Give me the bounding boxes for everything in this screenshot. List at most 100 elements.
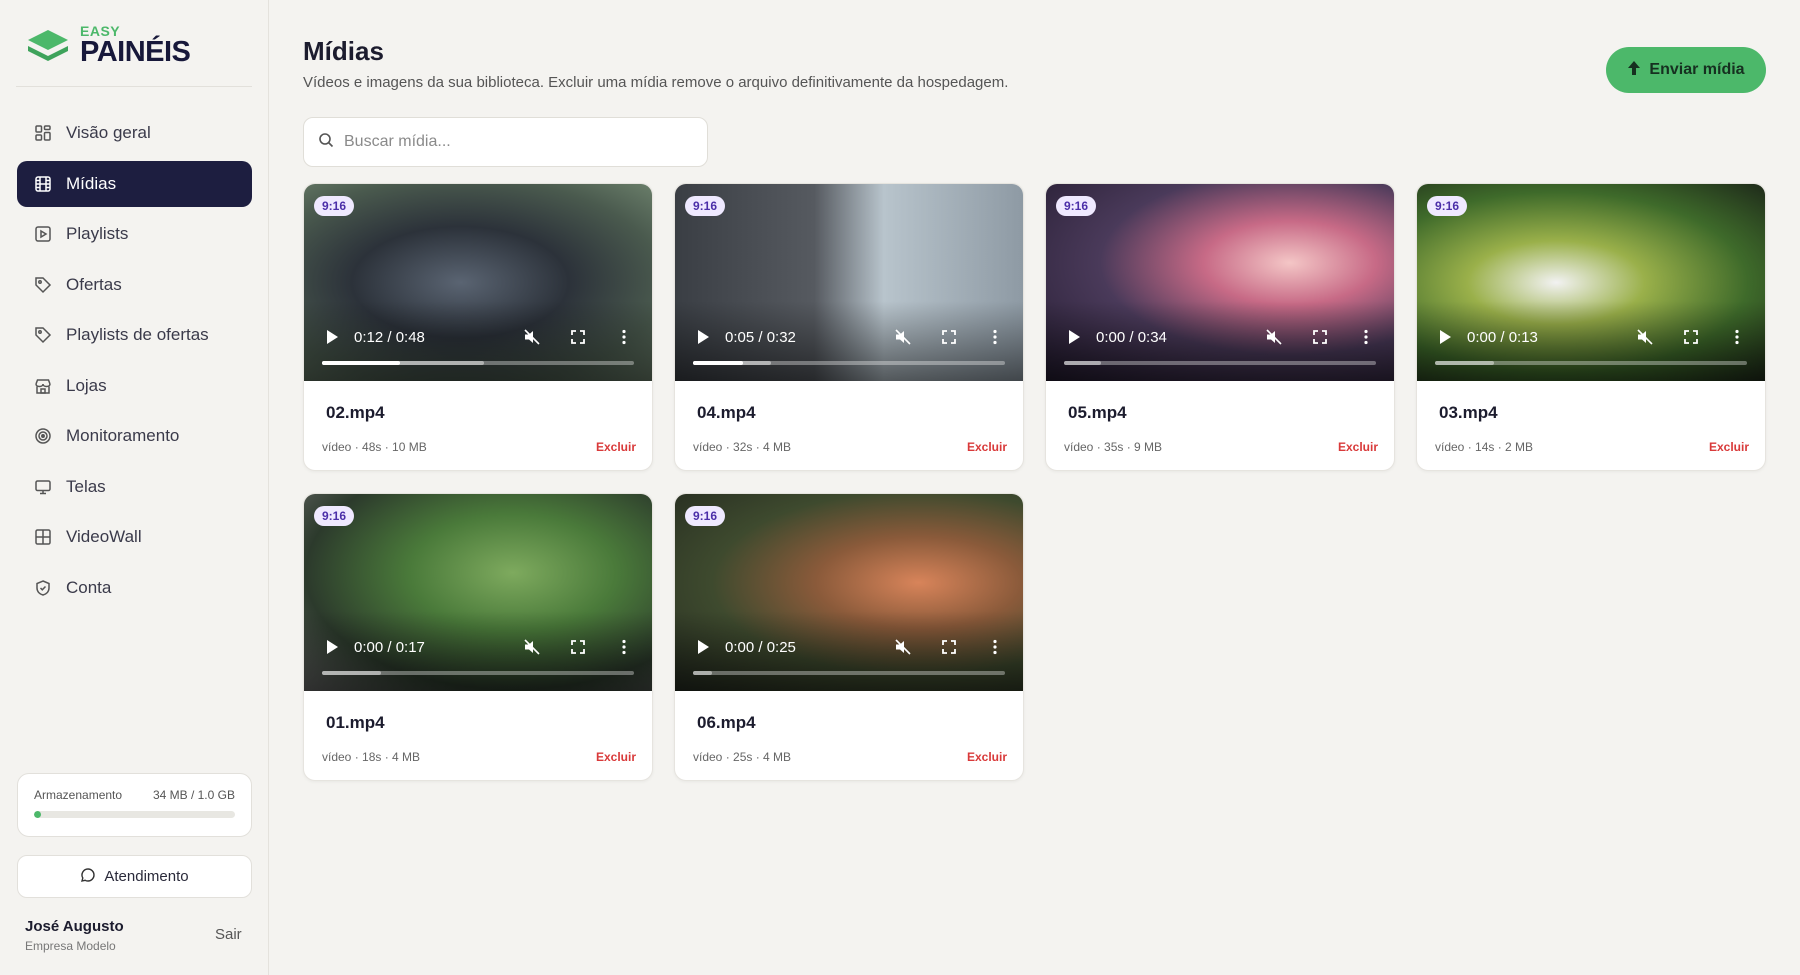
sidebar-item-label: Conta (66, 577, 112, 597)
video-controls: 0:05 / 0:32 (675, 301, 1023, 381)
video-buffer-fill (1435, 361, 1495, 365)
play-icon[interactable] (322, 327, 342, 347)
media-meta: vídeo · 14s · 2 MB (1435, 440, 1534, 454)
more-vertical-icon[interactable] (985, 637, 1005, 657)
video-player[interactable]: 9:16 0:00 / 0:34 (1046, 184, 1394, 381)
video-player[interactable]: 9:16 0:00 / 0:25 (675, 494, 1023, 691)
more-vertical-icon[interactable] (1356, 327, 1376, 347)
play-icon[interactable] (322, 637, 342, 657)
tag-icon (34, 276, 52, 294)
storage-widget: Armazenamento 34 MB / 1.0 GB (17, 773, 252, 837)
arrow-up-icon (1627, 60, 1641, 81)
media-name: 02.mp4 (326, 403, 385, 422)
support-button[interactable]: Atendimento (17, 855, 252, 898)
delete-button[interactable]: Excluir (967, 750, 1007, 764)
media-meta: vídeo · 25s · 4 MB (693, 750, 792, 764)
sidebar-item-midias[interactable]: Mídias (17, 160, 252, 207)
fullscreen-icon[interactable] (1310, 327, 1330, 347)
video-progress-bar[interactable] (1064, 361, 1376, 365)
fullscreen-icon[interactable] (939, 327, 959, 347)
sidebar-item-telas[interactable]: Telas (17, 464, 252, 510)
fullscreen-icon[interactable] (568, 637, 588, 657)
sidebar-item-ofertas[interactable]: Ofertas (17, 262, 252, 308)
play-icon[interactable] (1435, 327, 1455, 347)
sidebar-item-lojas[interactable]: Lojas (17, 363, 252, 409)
video-progress-bar[interactable] (322, 671, 634, 675)
search-box (303, 117, 708, 167)
media-meta: vídeo · 32s · 4 MB (693, 440, 792, 454)
sidebar-item-conta[interactable]: Conta (17, 565, 252, 611)
sidebar-item-label: VideoWall (66, 527, 142, 546)
brand-logo[interactable]: EASY PAINÉIS (24, 24, 191, 68)
logout-button[interactable]: Sair (215, 926, 242, 943)
video-controls: 0:00 / 0:34 (1046, 301, 1394, 381)
more-vertical-icon[interactable] (1727, 327, 1747, 347)
page-subtitle: Vídeos e imagens da sua biblioteca. Excl… (303, 74, 1009, 91)
monitor-icon (34, 478, 52, 496)
media-name: 04.mp4 (697, 403, 756, 422)
play-icon[interactable] (693, 637, 713, 657)
delete-button[interactable]: Excluir (1338, 440, 1378, 454)
media-name: 03.mp4 (1439, 403, 1498, 422)
sidebar-item-videowall[interactable]: VideoWall (17, 514, 252, 560)
delete-button[interactable]: Excluir (596, 440, 636, 454)
video-progress-fill (322, 361, 400, 365)
video-buffer-fill (322, 671, 382, 675)
video-controls: 0:00 / 0:25 (675, 611, 1023, 691)
fullscreen-icon[interactable] (1681, 327, 1701, 347)
play-icon[interactable] (1064, 327, 1084, 347)
video-controls: 0:00 / 0:17 (304, 611, 652, 691)
sidebar-item-label: Playlists de ofertas (66, 325, 209, 344)
more-vertical-icon[interactable] (614, 637, 634, 657)
video-player[interactable]: 9:16 0:05 / 0:32 (675, 184, 1023, 381)
divider (16, 86, 252, 87)
mute-icon[interactable] (893, 327, 913, 347)
video-buffer-fill (1064, 361, 1102, 365)
media-meta: vídeo · 18s · 4 MB (322, 750, 421, 764)
grid-2x2-icon (34, 528, 52, 546)
page-title: Mídias (303, 36, 384, 66)
media-card: 9:16 0:05 / 0:32 04.mp4 vídeo · 32s · 4 … (674, 183, 1024, 471)
delete-button[interactable]: Excluir (596, 750, 636, 764)
video-player[interactable]: 9:16 0:00 / 0:13 (1417, 184, 1765, 381)
media-card: 9:16 0:00 / 0:25 06.mp4 vídeo · 25s · 4 … (674, 493, 1024, 781)
mute-icon[interactable] (1264, 327, 1284, 347)
delete-button[interactable]: Excluir (1709, 440, 1749, 454)
aspect-ratio-badge: 9:16 (314, 196, 355, 216)
more-vertical-icon[interactable] (985, 327, 1005, 347)
media-meta: vídeo · 35s · 9 MB (1064, 440, 1163, 454)
mute-icon[interactable] (1635, 327, 1655, 347)
fullscreen-icon[interactable] (568, 327, 588, 347)
mute-icon[interactable] (522, 637, 542, 657)
video-progress-bar[interactable] (693, 671, 1005, 675)
upload-label: Enviar mídia (1649, 61, 1745, 78)
film-icon (34, 175, 52, 193)
play-icon[interactable] (693, 327, 713, 347)
search-input[interactable] (344, 133, 684, 151)
store-icon (34, 377, 52, 395)
aspect-ratio-badge: 9:16 (1056, 196, 1097, 216)
mute-icon[interactable] (893, 637, 913, 657)
sidebar-item-playlists-de-ofertas[interactable]: Playlists de ofertas (17, 312, 252, 358)
delete-button[interactable]: Excluir (967, 440, 1007, 454)
shield-icon (34, 579, 52, 597)
video-player[interactable]: 9:16 0:00 / 0:17 (304, 494, 652, 691)
video-progress-bar[interactable] (1435, 361, 1747, 365)
video-controls: 0:12 / 0:48 (304, 301, 652, 381)
aspect-ratio-badge: 9:16 (685, 196, 726, 216)
brand-line2: PAINÉIS (80, 36, 191, 68)
sidebar-item-visao-geral[interactable]: Visão geral (17, 110, 252, 156)
more-vertical-icon[interactable] (614, 327, 634, 347)
video-progress-bar[interactable] (693, 361, 1005, 365)
video-time: 0:05 / 0:32 (725, 328, 796, 346)
sidebar-item-playlists[interactable]: Playlists (17, 211, 252, 257)
video-player[interactable]: 9:16 0:12 / 0:48 (304, 184, 652, 381)
storage-progress-fill (34, 811, 41, 818)
sidebar-item-monitoramento[interactable]: Monitoramento (17, 413, 252, 459)
video-time: 0:00 / 0:17 (354, 638, 425, 656)
upload-media-button[interactable]: Enviar mídia (1606, 47, 1766, 93)
mute-icon[interactable] (522, 327, 542, 347)
video-progress-bar[interactable] (322, 361, 634, 365)
sidebar-item-label: Lojas (66, 375, 107, 395)
fullscreen-icon[interactable] (939, 637, 959, 657)
